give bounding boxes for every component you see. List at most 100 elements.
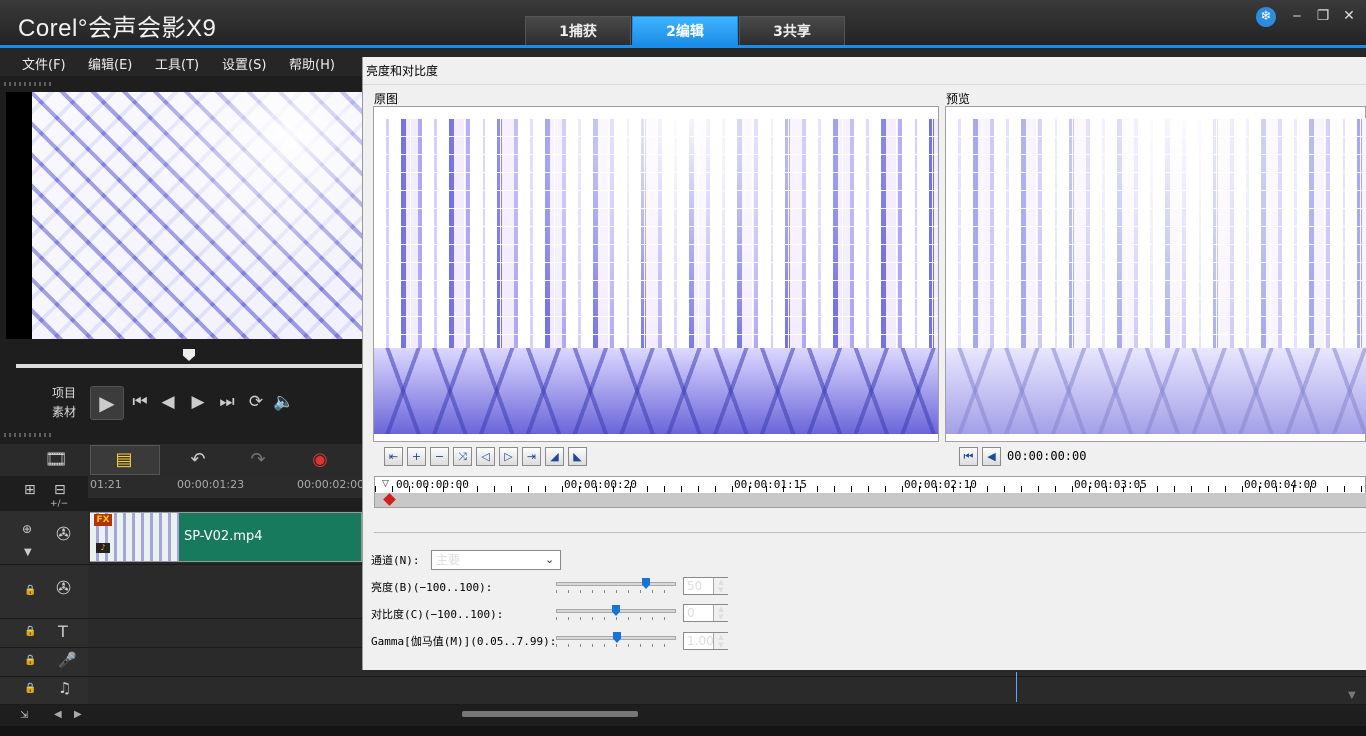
tab-share[interactable]: 3共享 xyxy=(739,16,845,46)
dialog-title: 亮度和对比度 xyxy=(366,64,439,78)
go-start-icon[interactable]: ⏮ xyxy=(959,447,978,466)
restore-icon[interactable]: ❐ xyxy=(1312,6,1334,26)
keyframe-bar[interactable] xyxy=(375,493,1366,507)
menu-file[interactable]: 文件(F) xyxy=(22,54,66,73)
scroll-left-icon[interactable]: ◀ xyxy=(54,709,62,720)
mark-in-icon[interactable]: ⇤ xyxy=(384,447,403,466)
lock-icon[interactable]: 🔒 xyxy=(24,626,36,637)
track-sub-label[interactable]: +/− xyxy=(50,499,68,509)
settings-divider xyxy=(374,532,1366,533)
preview-frame xyxy=(32,92,362,339)
prev-keyframe-icon[interactable]: ◁ xyxy=(476,447,495,466)
go-end-icon[interactable]: ⏭ xyxy=(215,392,239,412)
menu-tools[interactable]: 工具(T) xyxy=(155,54,199,73)
preview-window xyxy=(6,92,362,339)
preview-label: 预览 xyxy=(946,92,971,106)
mode-clip[interactable]: 素材 xyxy=(52,403,76,420)
fade-out-icon[interactable]: ◣ xyxy=(568,447,587,466)
next-keyframe-icon[interactable]: ▷ xyxy=(499,447,518,466)
video-track-head xyxy=(0,511,88,564)
spin-arrows-icon[interactable]: ▲ ▼ xyxy=(713,605,728,621)
ruler-label: 00:00:02:10 xyxy=(904,478,977,491)
status-strip xyxy=(0,726,1366,736)
chevron-down-icon[interactable]: ⌄ xyxy=(545,553,554,566)
contrast-label: 对比度(C)(−100..100): xyxy=(371,608,504,621)
ruler-label: 00:00:03:05 xyxy=(1074,478,1147,491)
title-icon[interactable]: T xyxy=(58,622,68,641)
timeline-scrollbar[interactable] xyxy=(462,711,638,717)
lock-icon[interactable]: 🔒 xyxy=(24,585,36,596)
go-start-icon[interactable]: ⏮ xyxy=(128,392,152,412)
repeat-icon[interactable]: ⟳ xyxy=(244,392,268,412)
spin-arrows-icon[interactable]: ▲ ▼ xyxy=(713,578,728,594)
timecode[interactable]: 00:00:00:00 xyxy=(1007,449,1086,463)
overlay-track-head xyxy=(0,565,88,618)
tab-capture[interactable]: 1捕获 xyxy=(525,16,631,46)
play-button[interactable]: ▶ xyxy=(90,386,124,420)
remove-keyframe-icon[interactable]: − xyxy=(430,447,449,466)
microphone-icon[interactable]: 🎤 xyxy=(58,651,77,669)
timeline-grip[interactable] xyxy=(4,433,52,437)
lock-icon[interactable]: 🔒 xyxy=(24,655,36,666)
scroll-down-icon[interactable]: ▼ xyxy=(1348,690,1356,701)
spin-arrows-icon[interactable]: ▲ ▼ xyxy=(713,633,728,649)
zoom-fit-icon[interactable]: ⇲ xyxy=(20,710,28,721)
chapter-icon[interactable]: ⊟ xyxy=(54,482,66,498)
expand-icon[interactable]: ▼ xyxy=(24,547,32,558)
ruler-marker-icon[interactable]: ▽ xyxy=(382,479,389,489)
mode-project[interactable]: 项目 xyxy=(52,384,76,401)
music-icon[interactable]: ♫ xyxy=(58,679,71,697)
redo-icon[interactable]: ↷ xyxy=(236,448,280,472)
record-icon[interactable]: ◉ xyxy=(298,448,342,472)
mark-out-icon[interactable]: ⇥ xyxy=(522,447,541,466)
ruler-label: 00:00:00:00 xyxy=(396,478,469,491)
music-track-head xyxy=(0,677,88,704)
overlay-reel-icon[interactable]: ✇ xyxy=(56,578,71,599)
menu-help[interactable]: 帮助(H) xyxy=(289,54,335,73)
gamma-label: Gamma[伽马值(M)](0.05..7.99): xyxy=(371,635,557,648)
slider-ticks xyxy=(556,644,676,647)
ruler-label: 00:00:00:20 xyxy=(564,478,637,491)
tl-tick: 01:21 xyxy=(90,478,122,491)
tl-tick: 00:00:02:00 xyxy=(297,478,365,491)
scrub-bar[interactable] xyxy=(16,364,362,368)
brightness-slider[interactable] xyxy=(556,582,676,586)
playhead-line[interactable] xyxy=(1016,672,1017,702)
tab-edit[interactable]: 2编辑 xyxy=(632,16,738,46)
track-toggle-icon[interactable]: ⊕ xyxy=(22,522,32,536)
storyboard-view-icon[interactable]: 🎞 xyxy=(34,448,78,472)
lock-icon[interactable]: 🔒 xyxy=(24,683,36,694)
ruler-ticks xyxy=(375,486,1366,492)
film-reel-icon[interactable]: ✇ xyxy=(56,524,71,545)
ruler-label: 00:00:04:00 xyxy=(1244,478,1317,491)
next-frame-icon[interactable]: ▶ xyxy=(186,392,210,412)
add-keyframe-icon[interactable]: + xyxy=(407,447,426,466)
undo-icon[interactable]: ↶ xyxy=(176,448,220,472)
fade-in-icon[interactable]: ◢ xyxy=(545,447,564,466)
original-image xyxy=(374,118,938,434)
minimize-icon[interactable]: ‒ xyxy=(1286,6,1308,26)
panel-grip[interactable] xyxy=(4,82,52,86)
close-icon[interactable]: ✕ xyxy=(1338,6,1360,26)
music-track xyxy=(0,677,1366,705)
track-manager-icon[interactable]: ⊞ xyxy=(24,482,36,498)
scrub-handle[interactable] xyxy=(183,349,195,361)
menu-settings[interactable]: 设置(S) xyxy=(222,54,266,73)
app-title: Corel°会声会影X9 xyxy=(18,15,217,42)
ruler-label: 00:00:01:15 xyxy=(734,478,807,491)
dialog-divider xyxy=(363,84,1366,85)
slider-ticks xyxy=(556,617,676,620)
volume-icon[interactable]: 🔈 xyxy=(272,392,296,412)
prev-frame-icon[interactable]: ◀ xyxy=(982,447,1001,466)
slider-ticks xyxy=(556,590,676,593)
brightness-label: 亮度(B)(−100..100): xyxy=(371,581,493,594)
channel-select[interactable]: 主要 xyxy=(431,550,561,570)
menu-edit[interactable]: 编辑(E) xyxy=(88,54,132,73)
original-label: 原图 xyxy=(374,92,399,106)
snowflake-icon[interactable]: ❄ xyxy=(1256,7,1276,27)
prev-frame-icon[interactable]: ◀ xyxy=(156,392,180,412)
scroll-right-icon[interactable]: ▶ xyxy=(74,709,82,720)
audio-icon: ♪ xyxy=(96,543,110,553)
reverse-keyframes-icon[interactable]: ⤨ xyxy=(453,447,472,466)
clip-name: SP-V02.mp4 xyxy=(184,529,263,544)
